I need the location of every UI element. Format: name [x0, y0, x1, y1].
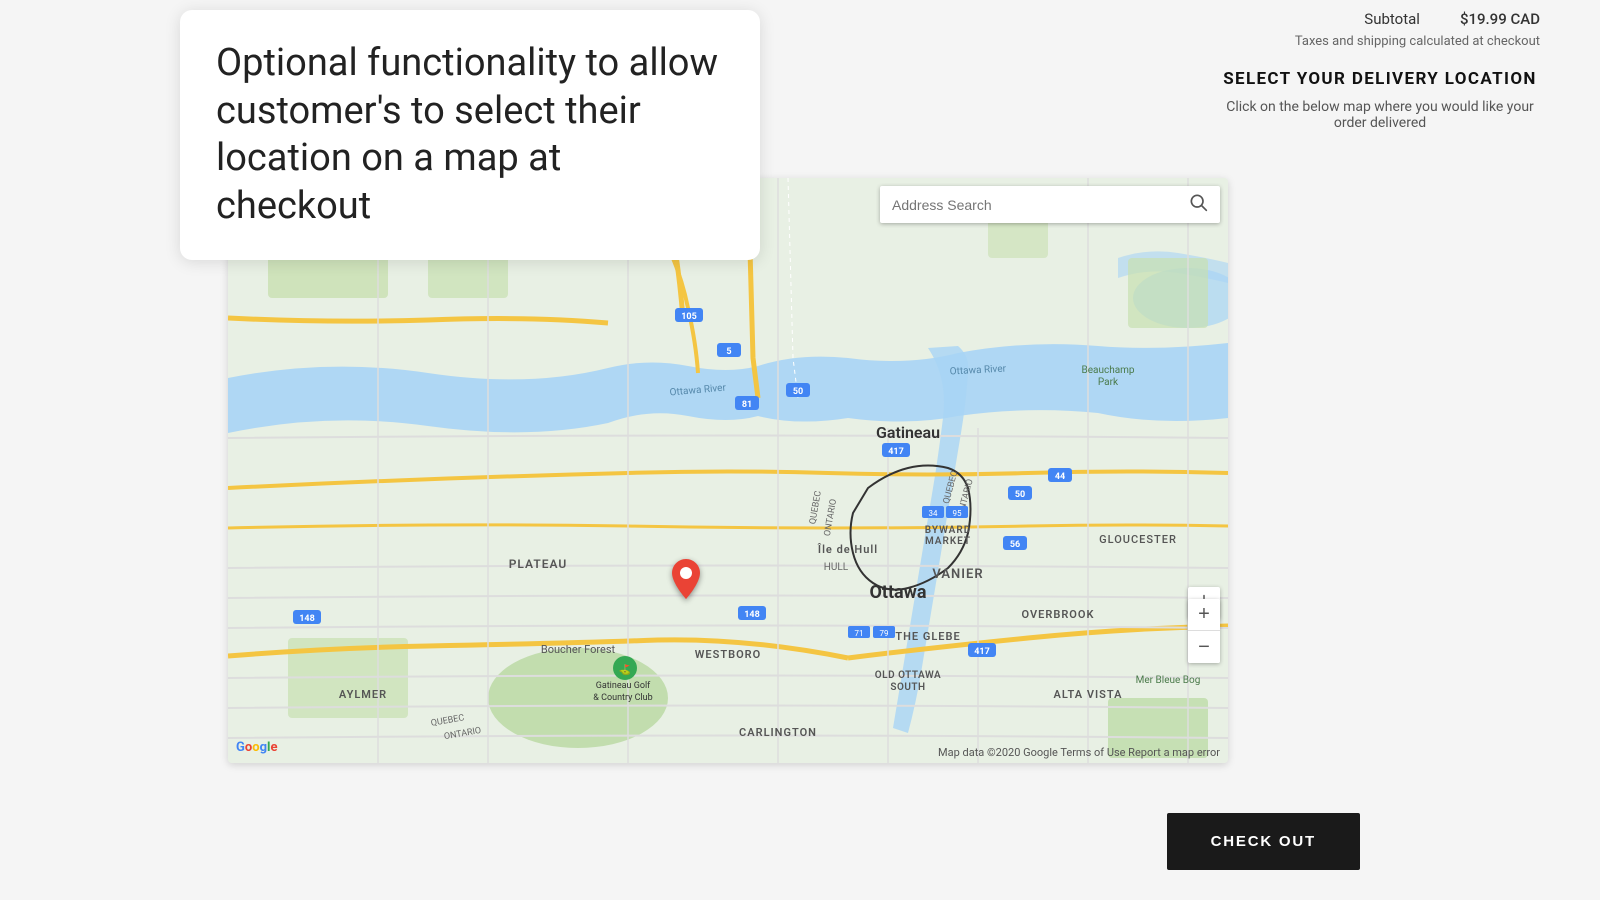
svg-text:CARLINGTON: CARLINGTON: [739, 726, 817, 739]
svg-text:79: 79: [880, 629, 889, 638]
svg-text:71: 71: [855, 629, 864, 638]
map-zoom-controls: + −: [1188, 599, 1220, 663]
svg-text:⛳: ⛳: [619, 663, 631, 676]
map-attribution: Map data ©2020 Google Terms of Use Repor…: [938, 746, 1220, 759]
svg-text:148: 148: [744, 610, 760, 620]
svg-text:Île de Hull: Île de Hull: [817, 543, 878, 556]
svg-text:ALTA VISTA: ALTA VISTA: [1054, 688, 1123, 701]
zoom-out-button[interactable]: −: [1188, 631, 1220, 663]
svg-text:417: 417: [974, 647, 990, 657]
svg-text:34: 34: [929, 509, 938, 518]
svg-text:& Country Club: & Country Club: [593, 693, 652, 703]
svg-text:Gatineau Golf: Gatineau Golf: [596, 681, 651, 691]
svg-text:VANIER: VANIER: [932, 567, 983, 582]
svg-text:95: 95: [953, 509, 962, 518]
svg-text:105: 105: [681, 312, 697, 322]
svg-text:Gatineau: Gatineau: [876, 423, 940, 442]
subtotal-label: Subtotal: [1364, 10, 1420, 28]
svg-text:SOUTH: SOUTH: [890, 682, 925, 693]
svg-text:PLATEAU: PLATEAU: [509, 557, 568, 571]
taxes-note: Taxes and shipping calculated at checkou…: [1220, 34, 1540, 49]
svg-text:44: 44: [1055, 472, 1065, 482]
google-logo: Google: [236, 740, 277, 755]
map-search-input[interactable]: [892, 197, 1188, 213]
svg-text:Ottawa: Ottawa: [869, 582, 926, 603]
svg-text:50: 50: [1015, 490, 1025, 500]
svg-text:Mer Bleue Bog: Mer Bleue Bog: [1136, 675, 1201, 686]
svg-text:Park: Park: [1098, 377, 1119, 388]
svg-text:THE GLEBE: THE GLEBE: [895, 630, 960, 643]
map-search-button[interactable]: [1188, 192, 1208, 217]
checkout-button[interactable]: CHECK OUT: [1167, 813, 1360, 870]
svg-text:GLOUCESTER: GLOUCESTER: [1099, 533, 1177, 546]
svg-text:417: 417: [888, 447, 904, 457]
svg-text:OLD OTTAWA: OLD OTTAWA: [875, 670, 941, 681]
delivery-title: SELECT YOUR DELIVERY LOCATION: [1220, 69, 1540, 89]
subtotal-row: Subtotal $19.99 CAD: [1220, 10, 1540, 28]
subtotal-amount: $19.99 CAD: [1460, 10, 1540, 28]
map-background: 81 50 105 307 5 5 417 417 148 148 50 56 …: [228, 178, 1228, 763]
svg-text:148: 148: [299, 614, 315, 624]
map-search-bar: [880, 186, 1220, 223]
svg-text:MARKET: MARKET: [925, 536, 971, 547]
callout-tooltip: Optional functionality to allow customer…: [180, 10, 760, 260]
svg-text:50: 50: [793, 387, 803, 397]
delivery-section: SELECT YOUR DELIVERY LOCATION Click on t…: [1220, 69, 1540, 131]
svg-text:BYWARD: BYWARD: [925, 525, 971, 536]
svg-text:AYLMER: AYLMER: [339, 688, 387, 701]
svg-text:HULL: HULL: [824, 562, 849, 573]
order-summary: Subtotal $19.99 CAD Taxes and shipping c…: [1220, 10, 1540, 141]
callout-text: Optional functionality to allow customer…: [216, 40, 724, 230]
delivery-subtitle: Click on the below map where you would l…: [1220, 99, 1540, 131]
svg-text:WESTBORO: WESTBORO: [695, 648, 761, 661]
svg-text:56: 56: [1010, 540, 1020, 550]
svg-text:Beauchamp: Beauchamp: [1081, 365, 1134, 376]
svg-text:OVERBROOK: OVERBROOK: [1022, 608, 1095, 621]
map-container[interactable]: 81 50 105 307 5 5 417 417 148 148 50 56 …: [228, 178, 1228, 763]
svg-text:Boucher Forest: Boucher Forest: [541, 643, 616, 656]
svg-text:81: 81: [742, 400, 752, 410]
svg-text:5: 5: [726, 347, 731, 357]
zoom-in-button[interactable]: +: [1188, 599, 1220, 631]
delivery-pin: [672, 559, 700, 608]
